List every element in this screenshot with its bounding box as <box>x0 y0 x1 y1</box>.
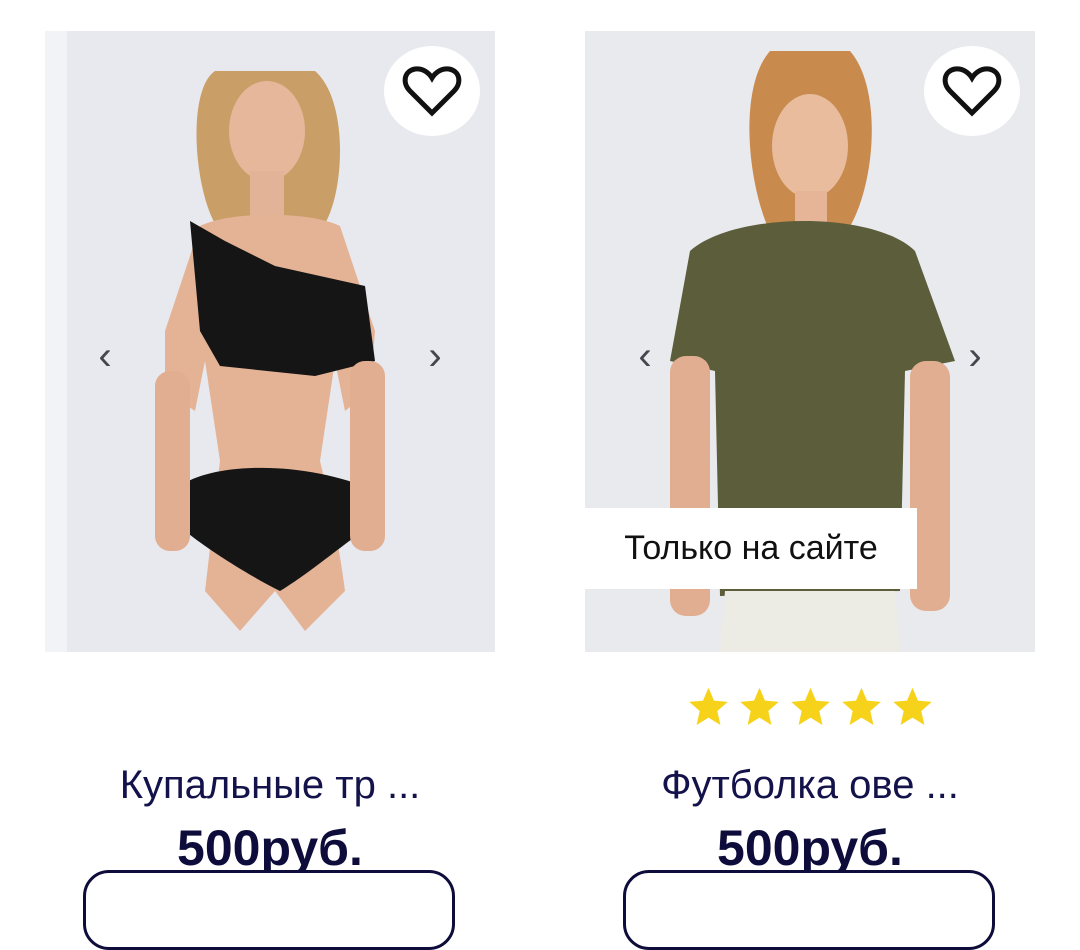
product-title[interactable]: Купальные тр ... <box>45 760 495 810</box>
next-image-button[interactable]: › <box>415 331 455 381</box>
star-icon <box>841 687 881 725</box>
favorite-button[interactable] <box>924 46 1020 136</box>
heart-icon <box>402 66 462 117</box>
heart-icon <box>942 66 1002 117</box>
product-card[interactable]: ‹ › Только на сайте Футболка ове ... 500… <box>585 31 1035 880</box>
star-icon <box>739 687 779 725</box>
star-icon <box>688 687 728 725</box>
add-to-cart-button[interactable] <box>623 870 995 950</box>
next-image-button[interactable]: › <box>955 331 995 381</box>
product-card[interactable]: ‹ › Купальные тр ... 500руб. <box>45 31 495 880</box>
add-to-cart-button[interactable] <box>83 870 455 950</box>
product-title[interactable]: Футболка ове ... <box>585 760 1035 810</box>
rating-stars <box>585 662 1035 752</box>
prev-image-button[interactable]: ‹ <box>625 331 665 381</box>
prev-image-button[interactable]: ‹ <box>85 331 125 381</box>
product-image-carousel[interactable]: ‹ › Только на сайте <box>585 31 1035 652</box>
exclusive-badge: Только на сайте <box>585 508 917 589</box>
rating-placeholder <box>45 662 495 752</box>
favorite-button[interactable] <box>384 46 480 136</box>
product-image-carousel[interactable]: ‹ › <box>45 31 495 652</box>
star-icon <box>892 687 932 725</box>
star-icon <box>790 687 830 725</box>
